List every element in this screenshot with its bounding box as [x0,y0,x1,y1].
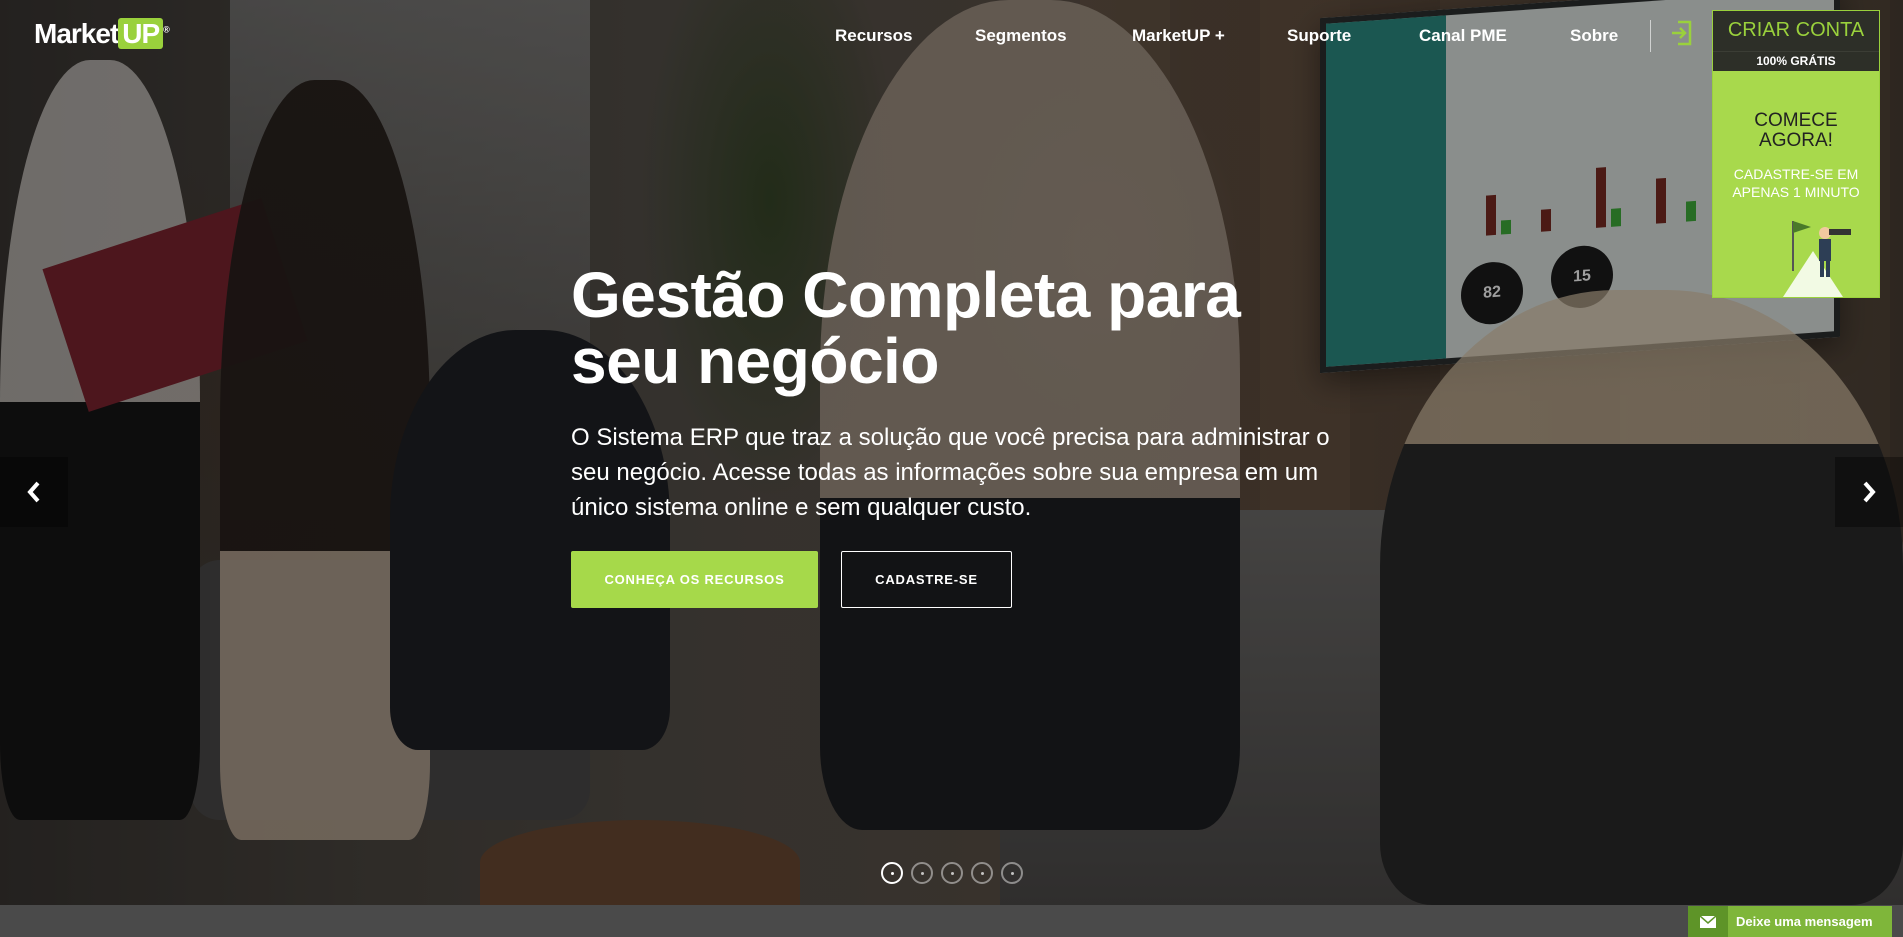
nav-item-canal-pme[interactable]: Canal PME [1419,26,1507,46]
carousel-dots [881,862,1031,886]
promo-line: CADASTRE-SE EM APENAS 1 MINUTO [1732,166,1860,200]
chevron-left-icon [27,481,40,503]
carousel-dot-2[interactable] [911,862,933,884]
hero-section: 82 15 Market UP ® Recursos Segmentos Marke… [0,0,1903,905]
nav-divider [1650,20,1651,52]
nav-item-marketup-plus[interactable]: MarketUP + [1132,26,1225,46]
nav-item-recursos[interactable]: Recursos [835,26,912,46]
bottom-bar [0,905,1903,937]
conheca-recursos-button[interactable]: CONHEÇA OS RECURSOS [571,551,818,608]
chevron-right-icon [1863,481,1876,503]
promo-subtitle: 100% GRÁTIS [1713,51,1879,71]
carousel-dot-4[interactable] [971,862,993,884]
carousel-prev-button[interactable] [0,457,68,527]
promo-cta: COMECE AGORA! [1754,110,1838,151]
envelope-icon [1688,906,1728,937]
hero-subtext: O Sistema ERP que traz a solução que voc… [571,424,1330,521]
hero-headline: Gestão Completa para seu negócio [571,259,1241,397]
carousel-dot-3[interactable] [941,862,963,884]
main-nav: Recursos Segmentos MarketUP + Suporte Ca… [0,26,1903,46]
carousel-dot-5[interactable] [1001,862,1023,884]
carousel-next-button[interactable] [1835,457,1903,527]
nav-item-suporte[interactable]: Suporte [1287,26,1351,46]
nav-item-segmentos[interactable]: Segmentos [975,26,1067,46]
sign-in-icon[interactable] [1670,20,1692,46]
leave-message-label: Deixe uma mensagem [1736,914,1873,929]
leave-message-button[interactable]: Deixe uma mensagem [1688,906,1892,937]
nav-item-sobre[interactable]: Sobre [1570,26,1618,46]
businessman-flag-illustration [1783,221,1851,297]
promo-title: CRIAR CONTA [1713,11,1879,51]
cadastre-se-button[interactable]: CADASTRE-SE [841,551,1012,608]
create-account-promo[interactable]: CRIAR CONTA 100% GRÁTIS COMECE AGORA! CA… [1712,10,1880,298]
carousel-dot-1[interactable] [881,862,903,884]
